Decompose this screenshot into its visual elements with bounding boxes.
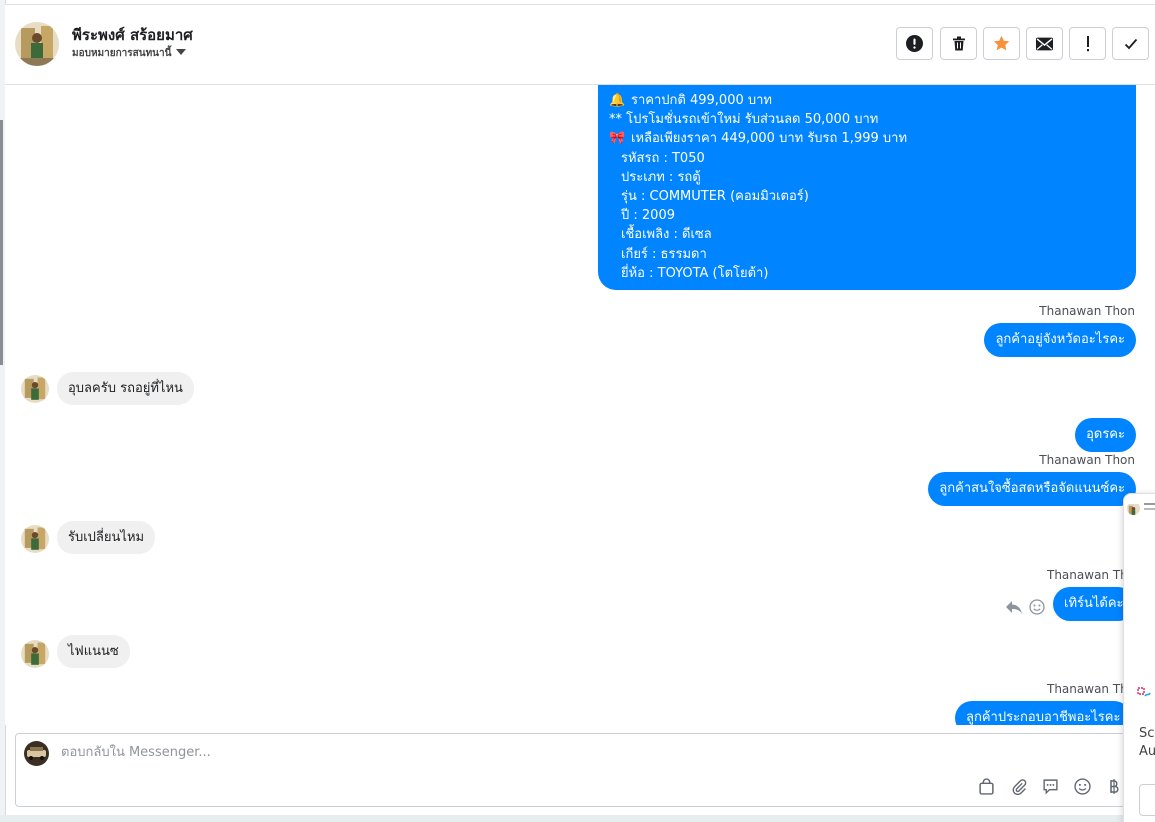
messenger-inbox-window: พีระพงศ์ สร้อยมาศ มอบหมายการสนทนานี้ 🔔 รา…	[0, 0, 1155, 822]
page-avatar	[24, 741, 49, 766]
baht-icon[interactable]	[1104, 776, 1124, 796]
mail-icon	[1036, 37, 1053, 50]
exclamation-icon	[1086, 35, 1089, 51]
panel-text: Scr	[1139, 726, 1155, 741]
outgoing-message[interactable]: ลูกค้าสนใจซื้อสดหรือจัดแนนซ์คะ	[928, 472, 1136, 506]
outgoing-message[interactable]: อุดรคะ	[1075, 418, 1136, 452]
contact-avatar-small[interactable]	[21, 525, 49, 553]
panel-text: Au	[1139, 744, 1155, 759]
reply-input[interactable]	[59, 744, 763, 761]
emoji-icon[interactable]	[1072, 776, 1092, 796]
incoming-message[interactable]: รับเปลี่ยนไหม	[57, 521, 156, 554]
sender-name: Thanawan Thon	[1039, 304, 1135, 318]
panel-text-line	[1144, 503, 1155, 505]
bottom-strip	[0, 815, 1155, 822]
caret-down-icon	[176, 49, 187, 55]
listing-line: เกียร์ : ธรรมดา	[621, 246, 707, 262]
follow-up-button[interactable]	[1069, 27, 1106, 60]
listing-line: 🎀 เหลือเพียงราคา 449,000 บาท รับรถ 1,999 …	[609, 129, 1125, 148]
trash-icon	[952, 36, 965, 51]
listing-line: รหัสรถ : T050	[621, 150, 705, 166]
react-emoji-icon[interactable]	[1029, 599, 1045, 615]
incoming-message[interactable]: ไฟแนนซ	[57, 635, 130, 668]
bell-icon: 🔔	[609, 93, 626, 108]
contact-avatar[interactable]	[15, 22, 59, 66]
message-thread[interactable]: 🔔 ราคาปกติ 499,000 บาท ** โปรโมชั่นรถเข้า…	[5, 85, 1155, 725]
reply-composer	[15, 733, 1155, 807]
contact-avatar-small[interactable]	[21, 640, 49, 668]
sender-name: Thanawan Tho	[1047, 682, 1136, 696]
incoming-message[interactable]: อุบลครับ รถอยู่ที่ไหน	[57, 372, 194, 405]
outgoing-message[interactable]: ลูกค้าอยู่จังหวัดอะไรคะ	[984, 323, 1136, 357]
assign-conversation-dropdown[interactable]: มอบหมายการสนทนานี้	[72, 46, 187, 61]
listing-line: ปี : 2009	[621, 208, 675, 224]
saved-reply-icon[interactable]	[1040, 776, 1060, 796]
mark-done-button[interactable]	[1112, 27, 1149, 60]
panel-text-line	[1144, 508, 1155, 510]
panel-logo-icon	[1137, 686, 1151, 705]
star-icon	[993, 35, 1010, 51]
contact-name[interactable]: พีระพงศ์ สร้อยมาศ	[72, 23, 193, 47]
assign-label: มอบหมายการสนทนานี้	[72, 48, 172, 59]
spam-button[interactable]	[896, 27, 933, 60]
contact-avatar-small[interactable]	[21, 375, 49, 403]
panel-button[interactable]	[1139, 784, 1155, 816]
listing-line: ประเภท : รถตู้	[621, 169, 701, 185]
delete-button[interactable]	[940, 27, 977, 60]
car-listing-message[interactable]: 🔔 ราคาปกติ 499,000 บาท ** โปรโมชั่นรถเข้า…	[598, 85, 1136, 290]
composer-toolbar	[976, 776, 1124, 796]
panel-avatar	[1127, 502, 1140, 515]
sender-name: Thanawan Thon	[1039, 453, 1135, 467]
ribbon-icon: 🎀	[609, 131, 626, 147]
alert-circle-icon	[906, 35, 923, 52]
star-button[interactable]	[983, 27, 1020, 60]
reply-icon[interactable]	[1005, 599, 1023, 615]
listing-line: เชื้อเพลิง : ดีเซล	[621, 227, 712, 243]
mark-unread-button[interactable]	[1026, 27, 1063, 60]
bag-icon[interactable]	[976, 776, 996, 796]
message-actions	[1005, 599, 1045, 615]
conversation-header: พีระพงศ์ สร้อยมาศ มอบหมายการสนทนานี้	[5, 5, 1155, 85]
floating-side-panel[interactable]: Scr Au	[1123, 493, 1155, 822]
left-scrollbar[interactable]	[0, 120, 3, 365]
listing-line: ยี่ห้อ : TOYOTA (โตโยต้า)	[621, 265, 769, 281]
paperclip-icon[interactable]	[1008, 776, 1028, 796]
listing-line: ** โปรโมชั่นรถเข้าใหม่ รับส่วนลด 50,000 …	[609, 112, 879, 128]
listing-line: รุ่น : COMMUTER (คอมมิวเตอร์)	[621, 188, 809, 204]
check-icon	[1124, 38, 1137, 49]
sender-name: Thanawan Tho	[1047, 568, 1136, 582]
listing-line: 🔔 ราคาปกติ 499,000 บาท	[609, 91, 1125, 110]
outgoing-message[interactable]: ลูกค้าประกอบอาชีพอะไรคะ	[955, 701, 1132, 725]
